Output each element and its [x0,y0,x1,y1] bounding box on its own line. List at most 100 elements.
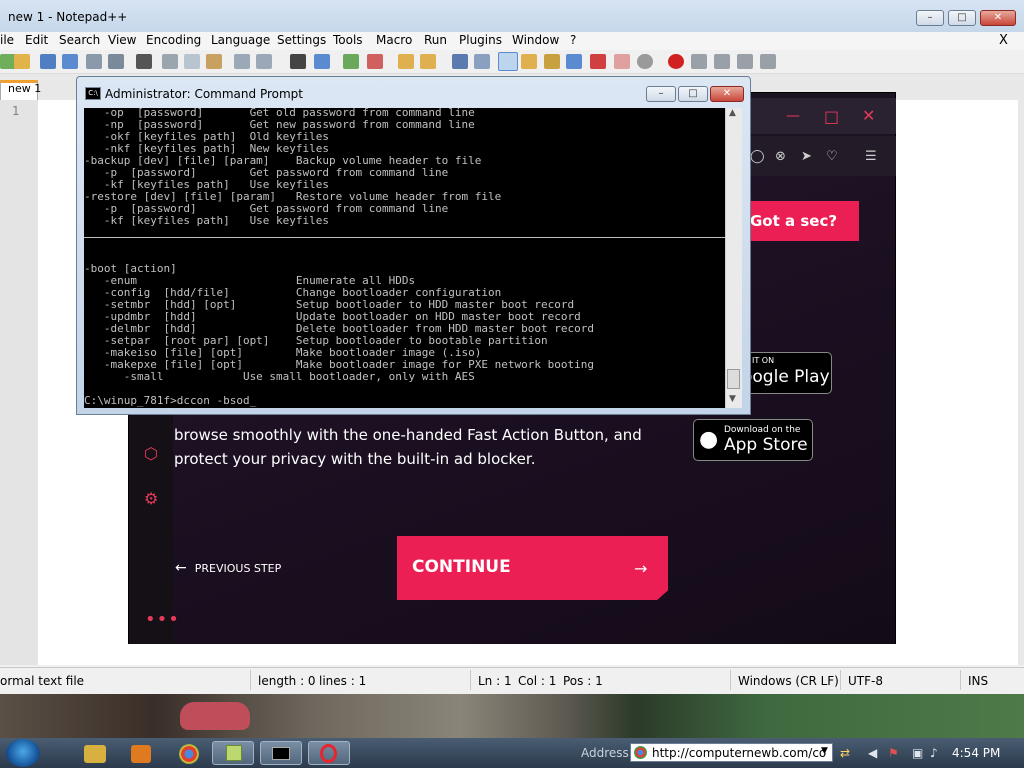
menu-edit[interactable]: Edit [25,33,48,47]
save-macro-icon[interactable] [760,54,776,69]
status-separator [840,670,841,690]
status-pos: Pos : 1 [563,674,603,688]
menu-view[interactable]: View [108,33,136,47]
open-file-icon[interactable] [14,54,30,69]
folder-workspace-icon[interactable] [566,54,582,69]
previous-step-label: PREVIOUS STEP [194,562,282,575]
zoom-out-icon[interactable] [367,54,383,69]
menu-run[interactable]: Run [424,33,447,47]
chrome-icon[interactable] [179,744,199,764]
stop-macro-icon[interactable] [691,54,707,69]
scrollbar-thumb[interactable] [727,369,740,389]
previous-step-button[interactable]: ← PREVIOUS STEP [175,560,281,576]
cmd-close-button[interactable]: ✕ [710,86,744,102]
send-icon[interactable]: ➤ [801,149,812,164]
maximize-icon[interactable]: □ [824,107,839,126]
scroll-down-icon[interactable]: ▼ [729,394,736,404]
replace-icon[interactable] [314,54,330,69]
network-icon[interactable]: ▣ [912,746,923,760]
heart-icon[interactable]: ♡ [826,149,838,164]
menu-search[interactable]: Search [59,33,100,47]
volume-icon[interactable]: ♪ [930,746,938,760]
menu-help[interactable]: ? [570,33,576,47]
indent-guide-icon[interactable] [498,52,518,71]
menu-plugins[interactable]: Plugins [459,33,502,47]
console-scrollbar[interactable] [725,108,742,408]
media-player-icon[interactable] [131,745,151,763]
camera-icon[interactable]: ◯ [750,149,765,164]
print-icon[interactable] [136,54,152,69]
cmd-taskbar-icon [272,747,290,760]
show-hidden-icons[interactable]: ◀ [868,746,877,760]
status-ln: Ln : 1 [478,674,512,688]
address-go-icon[interactable]: ⇄ [840,746,850,760]
paste-icon[interactable] [206,54,222,69]
gear-icon[interactable]: ⚙ [144,489,158,508]
wallpaper-dog [180,702,250,730]
status-separator [470,670,471,690]
sync-horizontal-icon[interactable] [420,54,436,69]
word-wrap-icon[interactable] [452,54,468,69]
scroll-up-icon[interactable]: ▲ [729,108,736,118]
arrow-left-icon: ← [175,560,187,576]
notepadpp-titlebar[interactable] [0,0,1024,32]
menu-macro[interactable]: Macro [376,33,412,47]
close-file-icon[interactable] [86,54,102,69]
redo-icon[interactable] [256,54,272,69]
close-icon[interactable]: ✕ [862,106,875,125]
console-prompt[interactable]: C:\winup_781f>dccon -bsod_ [84,395,256,407]
menu-window[interactable]: Window [512,33,559,47]
status-col: Col : 1 [518,674,557,688]
opera-icon [320,744,337,763]
line-number-gutter [0,100,38,665]
close-all-icon[interactable] [108,54,124,69]
save-icon[interactable] [40,54,56,69]
minimize-button[interactable]: – [916,10,944,26]
cmd-minimize-button[interactable]: – [646,86,676,102]
cmd-maximize-button[interactable]: □ [678,86,708,102]
doc-map-icon[interactable] [521,54,537,69]
cut-icon[interactable] [162,54,178,69]
function-list-icon[interactable] [544,54,560,69]
menu-file[interactable]: ile [0,33,14,47]
close-document-button[interactable]: X [999,33,1008,48]
status-lines: lines : 1 [319,674,367,688]
menu-language[interactable]: Language [211,33,270,47]
save-all-icon[interactable] [62,54,78,69]
maximize-button[interactable]: □ [948,10,976,26]
console-line: -small Use small bootloader, only with A… [84,370,475,383]
start-button[interactable] [6,739,40,767]
cmd-icon: C:\ [85,87,101,100]
explorer-icon[interactable] [84,745,106,763]
status-mode: INS [968,674,989,688]
record-macro-icon[interactable] [668,54,684,69]
status-file-type: ormal text file [0,674,85,688]
close-button[interactable]: ✕ [980,10,1016,26]
copy-icon[interactable] [184,54,200,69]
editor-scrollbar[interactable] [1018,100,1024,665]
bubble-icon[interactable] [637,54,653,69]
monitoring-icon[interactable] [590,54,606,69]
menu-settings[interactable]: Settings [277,33,326,47]
find-icon[interactable] [290,54,306,69]
show-all-chars-icon[interactable] [474,54,490,69]
undo-icon[interactable] [234,54,250,69]
more-icon[interactable]: ••• [145,609,180,630]
run-macro-multiple-icon[interactable] [737,54,753,69]
sync-vertical-icon[interactable] [398,54,414,69]
macro-folder-icon[interactable] [614,54,630,69]
play-macro-icon[interactable] [714,54,730,69]
zoom-in-icon[interactable] [343,54,359,69]
status-encoding: UTF-8 [848,674,883,688]
address-dropdown-icon[interactable]: ▼ [821,746,828,756]
minimize-icon[interactable]: — [786,108,800,124]
action-center-icon[interactable]: ⚑ [888,746,899,760]
menu-tools[interactable]: Tools [333,33,363,47]
menu-encoding[interactable]: Encoding [146,33,201,47]
block-icon[interactable]: ⊗ [775,149,786,164]
cube-icon[interactable]: ⬡ [144,444,158,463]
got-a-sec-button[interactable]: Got a sec? [742,201,859,241]
notepadpp-icon [226,745,242,761]
clock[interactable]: 4:54 PM [952,746,1000,760]
settings-icon[interactable]: ☰ [865,149,877,164]
